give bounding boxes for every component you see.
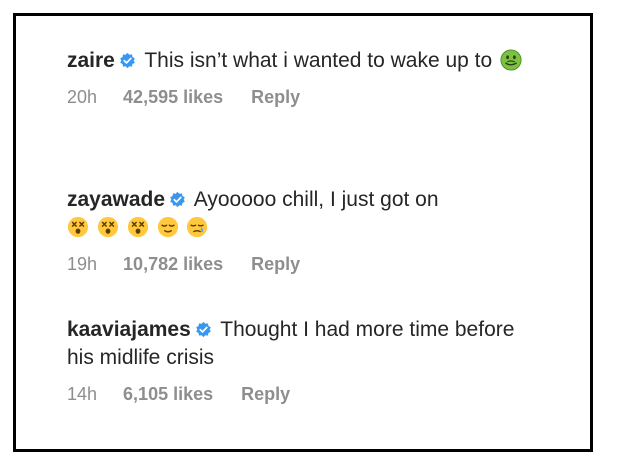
relieved-face-emoji-icon <box>157 216 178 238</box>
comment-likes[interactable]: 6,105 likes <box>123 384 213 405</box>
comment-item: kaaviajames Thought I had more time befo… <box>67 316 547 405</box>
reply-button[interactable]: Reply <box>251 254 300 275</box>
dizzy-face-emoji-icon <box>127 216 148 238</box>
verified-badge-icon <box>195 321 211 338</box>
comment-item: zaire This isn’t what i wanted to wake u… <box>67 47 547 108</box>
verified-badge-icon <box>170 191 185 208</box>
comment-meta: 20h 42,595 likes Reply <box>67 87 547 108</box>
comment-meta: 14h 6,105 likes Reply <box>67 384 547 405</box>
verified-badge-icon <box>120 52 135 69</box>
nauseated-face-emoji-icon <box>500 49 522 71</box>
comment-likes[interactable]: 42,595 likes <box>123 87 223 108</box>
dizzy-face-emoji-icon <box>67 216 89 238</box>
reply-button[interactable]: Reply <box>241 384 290 405</box>
comment-time[interactable]: 19h <box>67 254 97 275</box>
comment-likes[interactable]: 10,782 likes <box>123 254 223 275</box>
comment-time[interactable]: 14h <box>67 384 97 405</box>
comment-item: zayawade Ayooooo chill, I just got on 19… <box>67 186 547 275</box>
comment-text-block: zayawade Ayooooo chill, I just got on <box>67 186 547 242</box>
comment-username[interactable]: kaaviajames <box>67 318 191 341</box>
sleepy-face-emoji-icon <box>187 216 208 238</box>
dizzy-face-emoji-icon <box>97 216 118 238</box>
comment-username[interactable]: zayawade <box>67 188 165 211</box>
comment-text-block: kaaviajames Thought I had more time befo… <box>67 316 547 372</box>
comment-meta: 19h 10,782 likes Reply <box>67 254 547 275</box>
comment-text-block: zaire This isn’t what i wanted to wake u… <box>67 47 547 75</box>
comment-body: Ayooooo chill, I just got on <box>193 188 439 211</box>
reply-button[interactable]: Reply <box>251 87 300 108</box>
comment-body: This isn’t what i wanted to wake up to <box>144 49 493 72</box>
comment-username[interactable]: zaire <box>67 49 115 72</box>
comment-time[interactable]: 20h <box>67 87 97 108</box>
